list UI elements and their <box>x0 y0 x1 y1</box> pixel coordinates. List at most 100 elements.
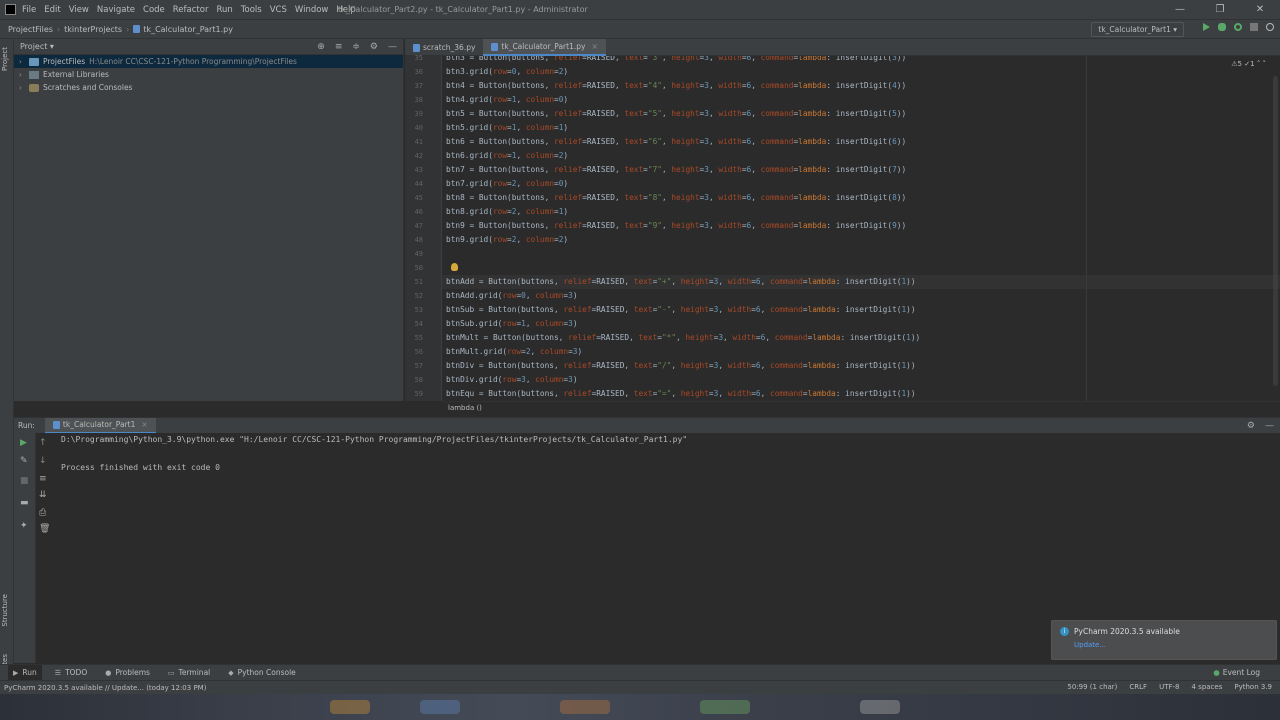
run-tab[interactable]: tk_Calculator_Part1 × <box>44 417 156 434</box>
code-line[interactable]: btn4 = Button(buttons, relief=RAISED, te… <box>446 79 906 93</box>
hide-icon[interactable]: — <box>1265 421 1274 431</box>
code-line[interactable]: btnSub = Button(buttons, relief=RAISED, … <box>446 303 916 317</box>
locate-icon[interactable]: ⊕ <box>317 42 325 52</box>
close-tab-icon[interactable]: × <box>591 42 597 51</box>
scroll-up-icon[interactable]: ↑ <box>39 439 48 448</box>
menu-window[interactable]: Window <box>295 5 329 15</box>
project-view-select[interactable]: Project ▾ <box>20 42 54 51</box>
tool-tab-python-console[interactable]: ◆ Python Console <box>223 665 301 681</box>
collapse-all-icon[interactable]: ≑ <box>352 42 360 52</box>
code-line[interactable]: btn7.grid(row=2, column=0) <box>446 177 568 191</box>
trash-icon[interactable]: 🗑 <box>39 525 50 534</box>
code-line[interactable]: btn5.grid(row=1, column=1) <box>446 121 568 135</box>
minimize-button[interactable]: — <box>1160 0 1200 19</box>
code-line[interactable]: btn6.grid(row=1, column=2) <box>446 149 568 163</box>
code-line[interactable]: btn7 = Button(buttons, relief=RAISED, te… <box>446 163 906 177</box>
breadcrumb-projectfiles[interactable]: ProjectFiles <box>8 25 53 34</box>
expand-arrow-icon[interactable]: › <box>19 84 29 92</box>
expand-arrow-icon[interactable]: › <box>19 71 29 79</box>
structure-tool-tab[interactable]: Structure <box>1 594 9 627</box>
line-separator[interactable]: CRLF <box>1129 683 1147 691</box>
menu-code[interactable]: Code <box>143 5 165 15</box>
editor-scrollbar[interactable] <box>1273 76 1278 386</box>
layout-icon[interactable]: ▬ <box>20 499 29 508</box>
code-line[interactable]: btn5 = Button(buttons, relief=RAISED, te… <box>446 107 906 121</box>
indent-setting[interactable]: 4 spaces <box>1192 683 1223 691</box>
soft-wrap-icon[interactable]: ≡ <box>39 475 48 484</box>
code-editor[interactable]: ⚠5 ✓1 ˄ ˅ btn3 = Button(buttons, relief=… <box>442 56 1280 401</box>
caret-position[interactable]: 50:99 (1 char) <box>1067 683 1117 691</box>
code-line[interactable]: btn3 = Button(buttons, relief=RAISED, te… <box>446 56 906 65</box>
run-icon[interactable] <box>1203 23 1210 31</box>
event-log-button[interactable]: ● Event Log <box>1213 668 1260 677</box>
editor-breadcrumb[interactable]: lambda () <box>442 401 1280 415</box>
code-line[interactable]: btnAdd.grid(row=0, column=3) <box>446 289 578 303</box>
code-line[interactable]: btn9 = Button(buttons, relief=RAISED, te… <box>446 219 906 233</box>
debug-icon[interactable] <box>1218 23 1226 31</box>
breadcrumb-file[interactable]: tk_Calculator_Part1.py <box>133 25 233 34</box>
stop-icon[interactable]: ■ <box>20 477 29 486</box>
expand-arrow-icon[interactable]: › <box>19 58 29 66</box>
code-line[interactable]: btnMult = Button(buttons, relief=RAISED,… <box>446 331 920 345</box>
tool-tab-terminal[interactable]: ▭ Terminal <box>163 665 215 681</box>
code-line[interactable]: btnDiv.grid(row=3, column=3) <box>446 373 578 387</box>
code-line[interactable]: btn8 = Button(buttons, relief=RAISED, te… <box>446 191 906 205</box>
file-encoding[interactable]: UTF-8 <box>1159 683 1179 691</box>
menu-edit[interactable]: Edit <box>44 5 60 15</box>
hide-icon[interactable]: — <box>388 42 397 52</box>
menu-file[interactable]: File <box>22 5 36 15</box>
code-line[interactable]: btn9.grid(row=2, column=2) <box>446 233 568 247</box>
stop-icon[interactable] <box>1250 23 1258 31</box>
menu-vcs[interactable]: VCS <box>270 5 287 15</box>
tab-calculator[interactable]: tk_Calculator_Part1.py × <box>483 39 606 56</box>
code-line[interactable]: btnEqu = Button(buttons, relief=RAISED, … <box>446 387 916 401</box>
wrench-icon[interactable]: ✎ <box>20 457 29 466</box>
close-tab-icon[interactable]: × <box>141 420 147 429</box>
gear-icon[interactable]: ⚙ <box>1247 421 1255 431</box>
close-button[interactable]: ✕ <box>1240 0 1280 19</box>
menu-tools[interactable]: Tools <box>241 5 262 15</box>
project-tool-tab[interactable]: Project <box>1 47 9 71</box>
expand-all-icon[interactable]: ≡ <box>335 42 343 52</box>
update-link[interactable]: Update... <box>1074 641 1268 649</box>
tool-tab-problems[interactable]: ● Problems <box>100 665 155 681</box>
coverage-icon[interactable] <box>1234 23 1242 31</box>
taskbar-app-icon[interactable] <box>560 700 610 714</box>
maximize-button[interactable]: ❐ <box>1200 0 1240 19</box>
taskbar-app-icon[interactable] <box>420 700 460 714</box>
scroll-to-end-icon[interactable]: ⇊ <box>39 491 48 500</box>
rerun-icon[interactable]: ▶ <box>20 439 29 448</box>
gear-icon[interactable]: ⚙ <box>370 42 378 52</box>
code-line[interactable]: btn8.grid(row=2, column=1) <box>446 205 568 219</box>
code-line[interactable]: btnMult.grid(row=2, column=3) <box>446 345 582 359</box>
print-icon[interactable]: ⎙ <box>39 509 48 518</box>
code-line[interactable]: btnSub.grid(row=1, column=3) <box>446 317 578 331</box>
pin-icon[interactable]: ✦ <box>20 522 29 531</box>
search-icon[interactable] <box>1266 23 1274 31</box>
scroll-down-icon[interactable]: ↓ <box>39 457 48 466</box>
intention-bulb-icon[interactable] <box>451 263 458 271</box>
python-interpreter[interactable]: Python 3.9 <box>1234 683 1272 691</box>
code-line[interactable]: btnDiv = Button(buttons, relief=RAISED, … <box>446 359 916 373</box>
menu-run[interactable]: Run <box>216 5 232 15</box>
tree-item-scratches[interactable]: › Scratches and Consoles <box>14 81 403 94</box>
taskbar-app-icon[interactable] <box>700 700 750 714</box>
tool-tab-run[interactable]: ▶ Run <box>8 664 42 681</box>
menu-refactor[interactable]: Refactor <box>173 5 209 15</box>
tree-item-projectfiles[interactable]: › ProjectFiles H:\Lenoir CC\CSC-121-Pyth… <box>14 55 403 68</box>
tool-tab-todo[interactable]: ☰ TODO <box>50 665 92 681</box>
code-line[interactable]: btnAdd = Button(buttons, relief=RAISED, … <box>446 275 916 289</box>
status-message[interactable]: PyCharm 2020.3.5 available // Update... … <box>4 684 206 692</box>
menu-view[interactable]: View <box>69 5 89 15</box>
breadcrumb-tkinterprojects[interactable]: tkinterProjects <box>64 25 122 34</box>
line-number-gutter[interactable]: 35 36 37 38 39 40 41 42 43 44 45 46 47 48 49 50 51 52 53 54… <box>405 54 442 401</box>
inspection-widget[interactable]: ⚠5 ✓1 ˄ ˅ <box>1231 60 1266 68</box>
taskbar-app-icon[interactable] <box>330 700 370 714</box>
tree-item-external-libraries[interactable]: › External Libraries <box>14 68 403 81</box>
code-line[interactable]: btn3.grid(row=0, column=2) <box>446 65 568 79</box>
run-configuration-select[interactable]: tk_Calculator_Part1 ▾ <box>1091 22 1184 37</box>
taskbar-app-icon[interactable] <box>860 700 900 714</box>
menu-navigate[interactable]: Navigate <box>97 5 135 15</box>
code-line[interactable]: btn6 = Button(buttons, relief=RAISED, te… <box>446 135 906 149</box>
code-line[interactable]: btn4.grid(row=1, column=0) <box>446 93 568 107</box>
